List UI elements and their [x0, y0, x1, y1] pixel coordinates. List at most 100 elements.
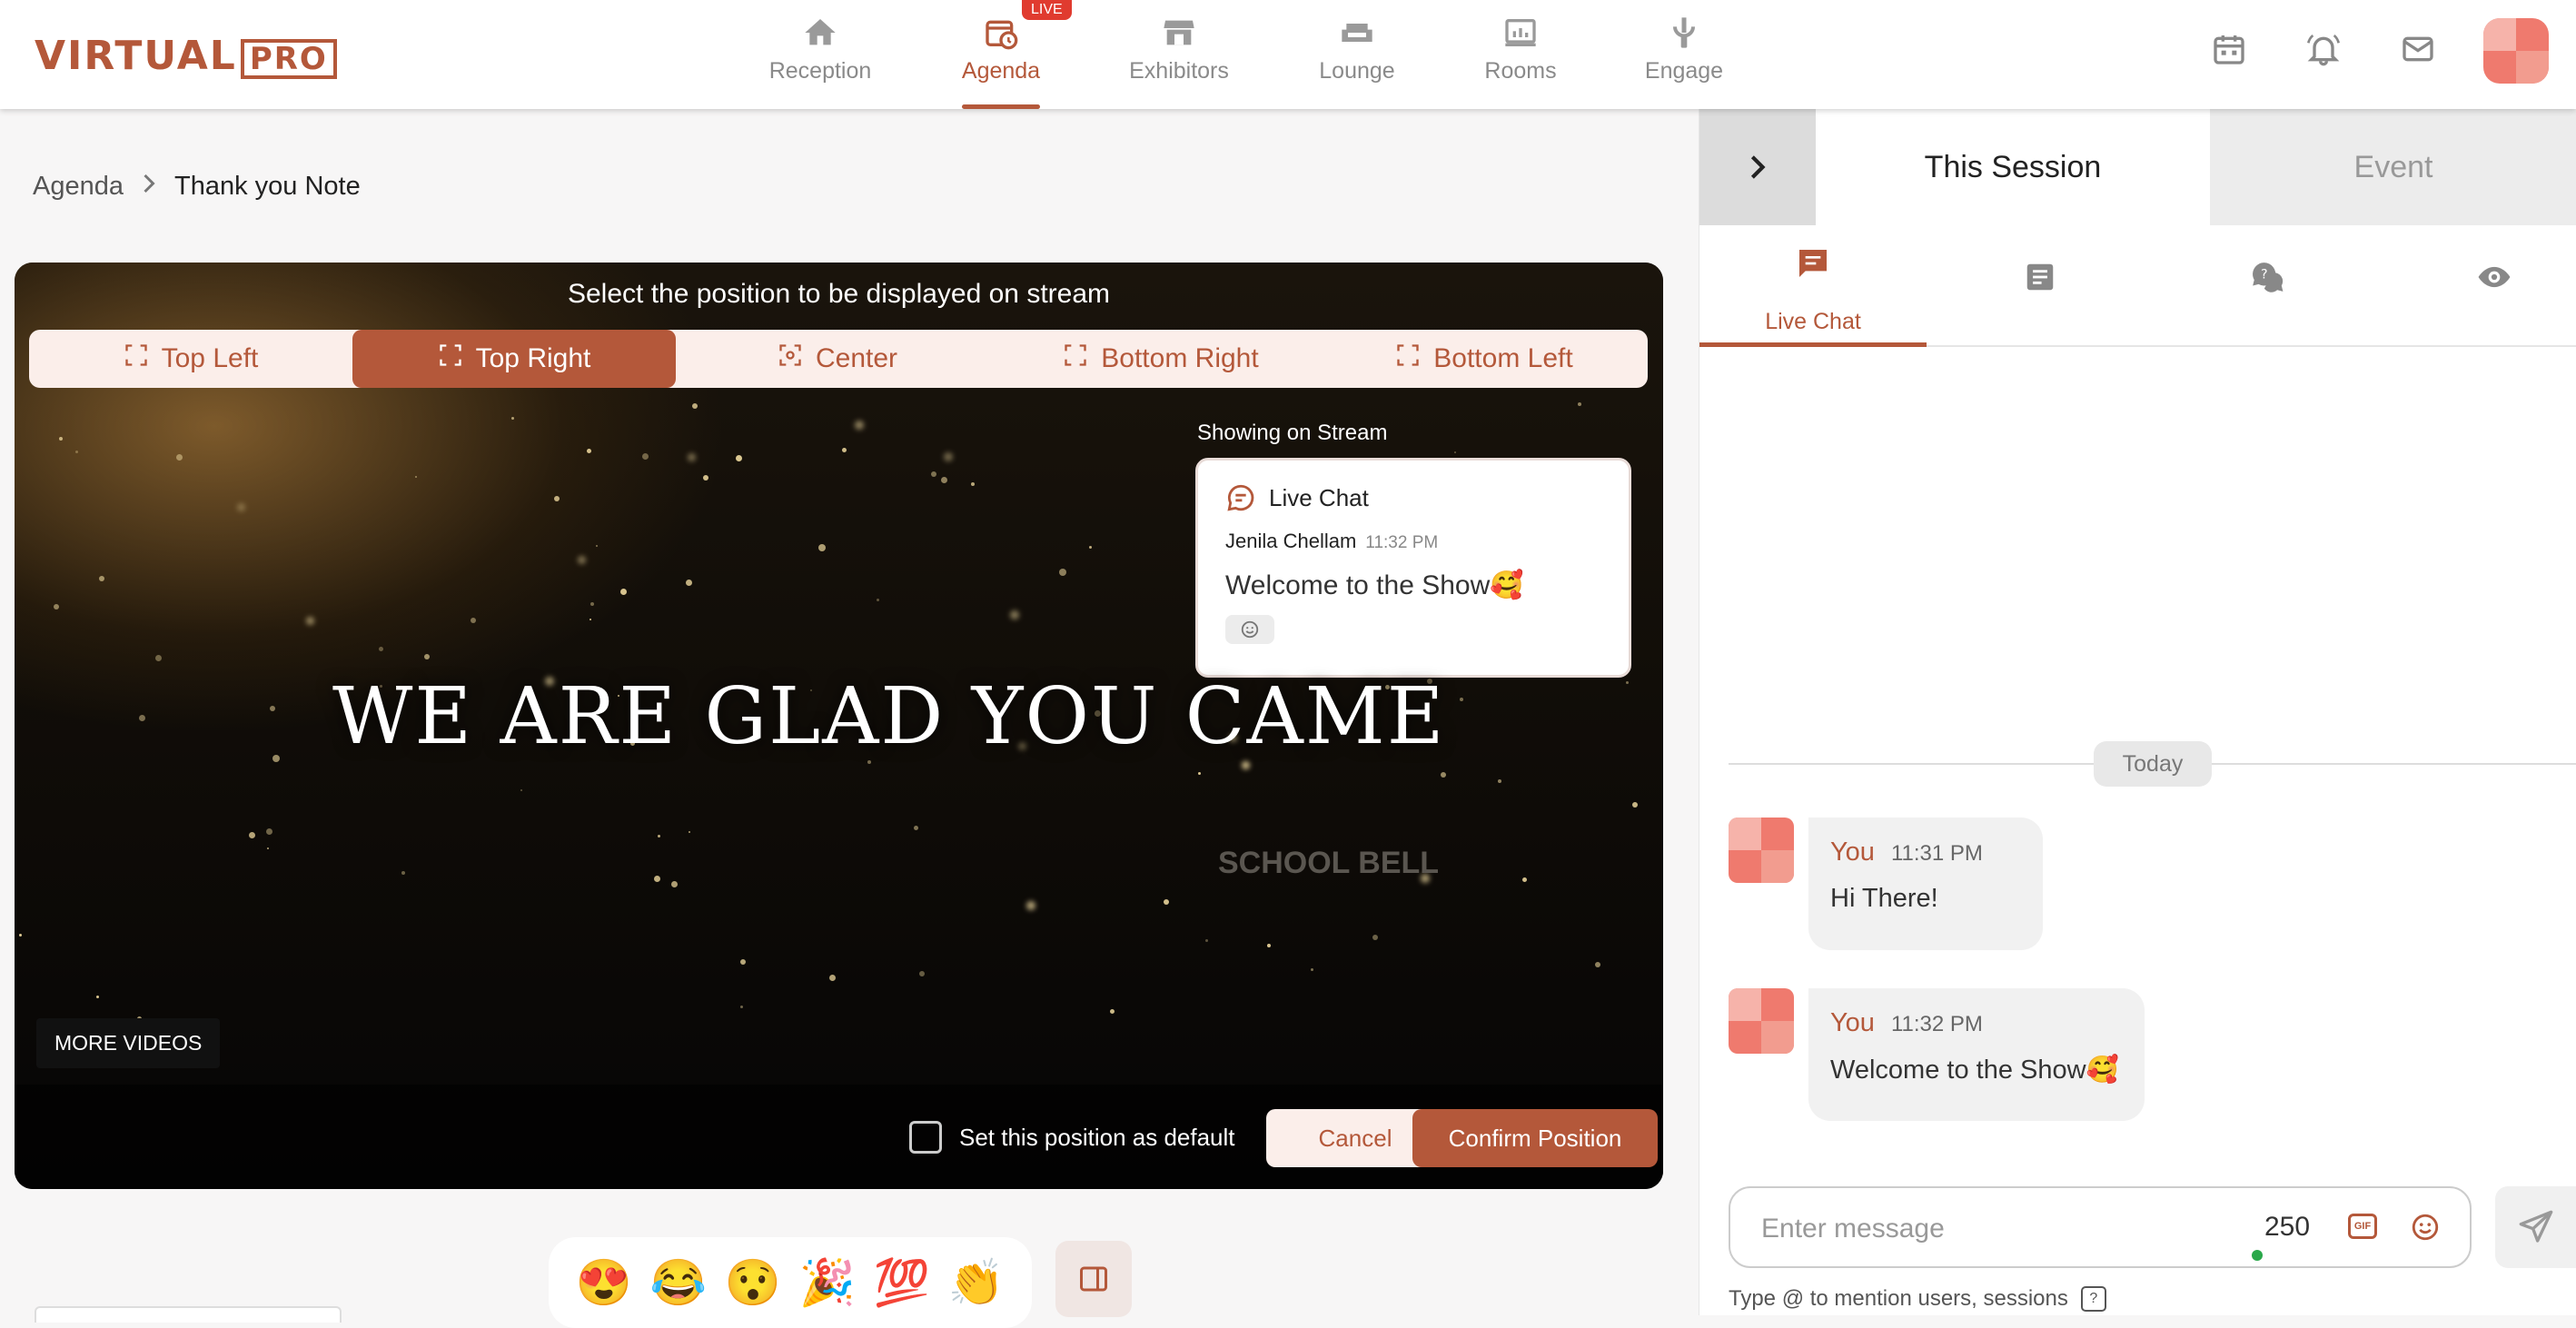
laughing-reaction[interactable]: 😂	[650, 1256, 707, 1310]
sidebar-layout-icon	[1080, 1266, 1107, 1292]
position-top-right-button[interactable]: Top Right	[352, 330, 676, 388]
add-reaction-icon[interactable]	[1225, 615, 1274, 644]
panel-inner-tabs: Live Chat ?	[1699, 225, 2576, 347]
star-particle	[1595, 962, 1600, 967]
bottom-drawer-tab[interactable]	[35, 1306, 342, 1323]
breadcrumb-agenda[interactable]: Agenda	[33, 172, 124, 201]
center-frame-icon	[778, 342, 803, 375]
star-particle	[270, 706, 275, 711]
nav-rooms-label: Rooms	[1484, 58, 1557, 84]
svg-text:?: ?	[2261, 268, 2268, 282]
tab-viewers[interactable]	[2381, 225, 2576, 345]
star-particle	[237, 503, 245, 511]
more-videos-button[interactable]: MORE VIDEOS	[36, 1018, 221, 1068]
star-particle	[471, 618, 476, 623]
gif-button[interactable]: GIF	[2348, 1214, 2377, 1239]
star-particle	[1164, 899, 1169, 905]
star-particle	[1441, 772, 1446, 778]
star-particle	[877, 599, 879, 601]
star-particle	[941, 477, 947, 483]
star-particle	[54, 604, 59, 609]
hundred-reaction[interactable]: 💯	[874, 1256, 930, 1310]
position-top-left-button[interactable]: Top Left	[29, 330, 352, 388]
frame-icon	[438, 342, 463, 375]
surprised-reaction[interactable]: 😯	[725, 1256, 781, 1310]
active-tab-underline	[1699, 342, 1927, 347]
home-icon	[805, 19, 836, 45]
nav-engage-label: Engage	[1644, 58, 1724, 84]
tab-notes[interactable]	[1927, 225, 2154, 345]
char-counter: 250	[2264, 1212, 2311, 1242]
live-badge: LIVE	[1022, 0, 1072, 20]
help-icon[interactable]: ?	[2080, 1286, 2106, 1312]
nav-lounge[interactable]: Lounge	[1280, 0, 1434, 109]
chevron-right-icon	[1750, 155, 1766, 179]
collapse-panel-button[interactable]	[1699, 109, 1816, 225]
heart-eyes-reaction[interactable]: 😍	[576, 1256, 632, 1310]
star-particle	[1311, 968, 1313, 971]
emoji-icon[interactable]	[2410, 1212, 2441, 1243]
position-prompt: Select the position to be displayed on s…	[567, 279, 1111, 309]
nav-engage[interactable]: Engage	[1607, 0, 1761, 109]
eye-icon	[2478, 266, 2511, 288]
bell-icon[interactable]	[2305, 31, 2342, 67]
message-time: 11:32 PM	[1890, 1012, 1983, 1036]
stream-watermark: SCHOOL BELL	[1218, 846, 1440, 880]
logo[interactable]: VIRTUAL PRO	[35, 33, 337, 79]
overlay-card-header: Live Chat	[1225, 482, 1369, 513]
party-reaction[interactable]: 🎉	[799, 1256, 856, 1310]
nav-exhibitors-label: Exhibitors	[1129, 58, 1229, 84]
message-text: Hi There!	[1830, 884, 1938, 913]
avatar	[1729, 818, 1794, 883]
calendar-clock-icon	[986, 20, 1018, 50]
star-particle	[155, 655, 162, 661]
star-particle	[511, 417, 514, 420]
notes-icon	[2026, 263, 2054, 291]
logo-main-text: VIRTUAL	[35, 33, 237, 79]
breadcrumb-current: Thank you Note	[174, 171, 361, 201]
nav-exhibitors[interactable]: Exhibitors	[1102, 0, 1256, 109]
nav-agenda[interactable]: LIVE Agenda	[924, 0, 1078, 109]
position-bottom-right-button[interactable]: Bottom Right	[999, 330, 1323, 388]
nav-reception[interactable]: Reception	[743, 0, 897, 109]
default-position-checkbox[interactable]	[909, 1121, 942, 1154]
confirm-position-button[interactable]: Confirm Position	[1412, 1109, 1658, 1167]
nav-rooms[interactable]: Rooms	[1443, 0, 1598, 109]
star-particle	[306, 617, 314, 625]
star-particle	[1460, 698, 1463, 701]
star-particle	[590, 602, 594, 606]
mail-icon[interactable]	[2400, 31, 2436, 67]
mention-hint-text: Type @ to mention users, sessions	[1729, 1286, 2068, 1311]
star-particle	[740, 1006, 743, 1008]
star-particle	[842, 448, 847, 452]
user-avatar[interactable]	[2483, 18, 2549, 84]
sofa-icon	[1342, 24, 1372, 42]
message-input[interactable]	[1759, 1206, 2235, 1252]
position-bottom-left-label: Bottom Left	[1433, 343, 1573, 373]
calendar-icon[interactable]	[2211, 31, 2247, 67]
star-particle	[914, 826, 918, 830]
tab-qa[interactable]: ?	[2154, 225, 2381, 345]
star-particle	[671, 881, 678, 887]
star-particle	[401, 871, 405, 875]
date-divider: Today	[2094, 741, 2212, 787]
send-button[interactable]	[2495, 1186, 2576, 1268]
star-particle	[688, 453, 696, 461]
star-particle	[654, 876, 660, 882]
star-particle	[1626, 681, 1629, 684]
default-position-label: Set this position as default	[959, 1124, 1235, 1151]
tab-live-chat[interactable]: Live Chat	[1699, 225, 1927, 347]
send-icon	[2519, 1210, 2553, 1243]
star-particle	[379, 647, 383, 651]
star-particle	[658, 835, 660, 837]
tab-event[interactable]: Event	[2210, 109, 2576, 225]
tab-this-session[interactable]: This Session	[1816, 109, 2210, 225]
star-particle	[75, 451, 78, 453]
position-bottom-left-button[interactable]: Bottom Left	[1323, 330, 1646, 388]
position-center-button[interactable]: Center	[676, 330, 999, 388]
star-particle	[176, 454, 183, 461]
star-particle	[96, 996, 99, 998]
toggle-sidebar-button[interactable]	[1055, 1241, 1132, 1317]
star-particle	[267, 847, 269, 849]
clap-reaction[interactable]: 👏	[948, 1256, 1005, 1310]
